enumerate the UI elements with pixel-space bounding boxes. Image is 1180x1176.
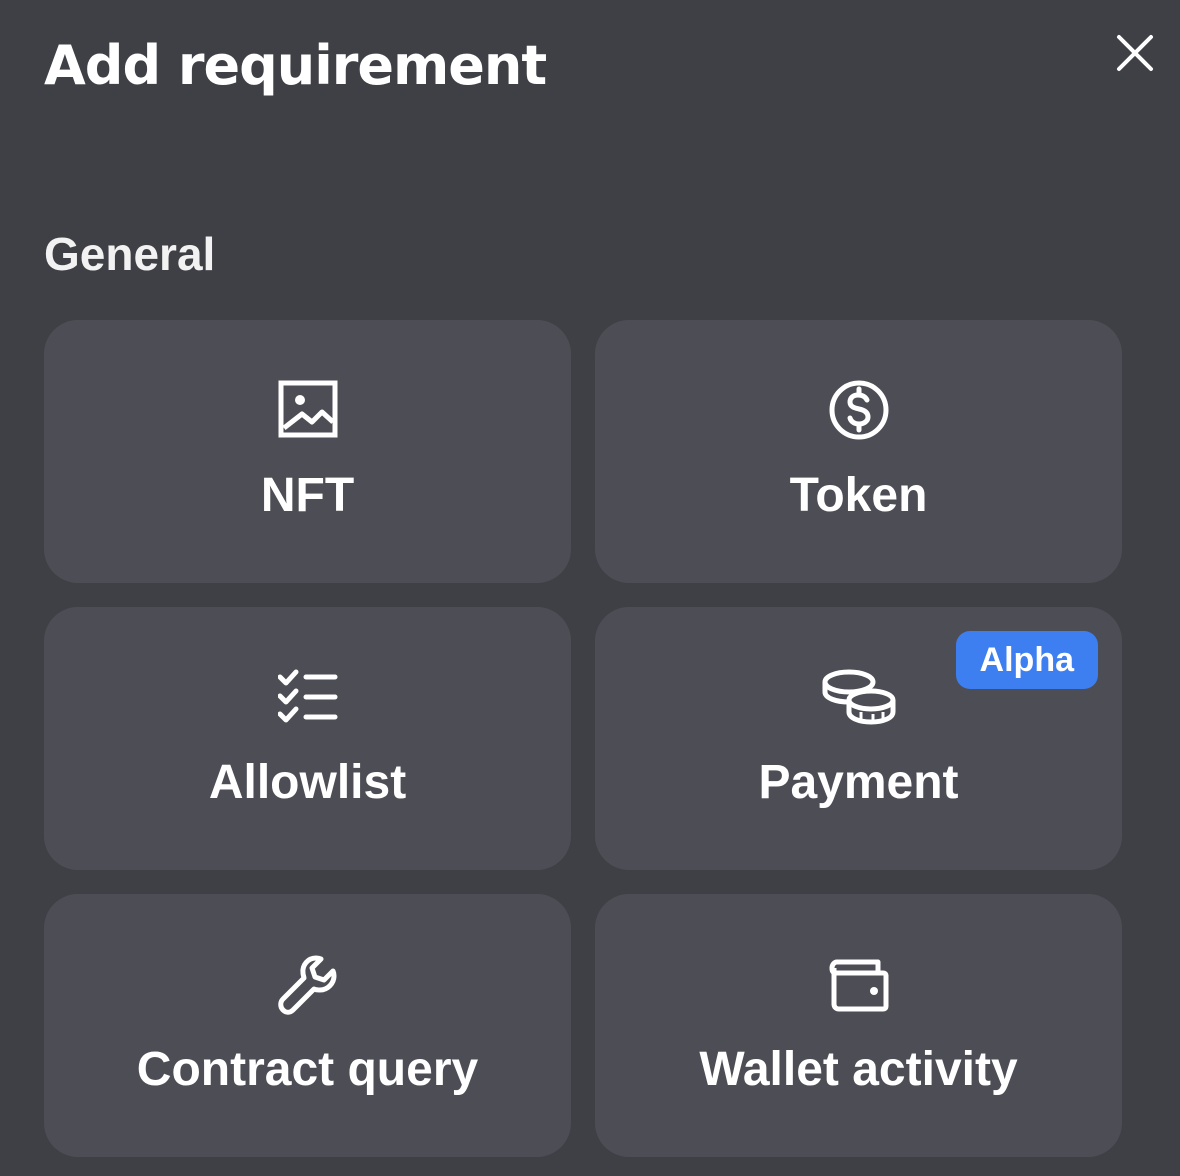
requirement-card-contract-query[interactable]: Contract query: [44, 894, 571, 1157]
requirement-grid: NFT Token Allowlist Alpha Payment Contra…: [44, 320, 1122, 1157]
dollar-circle-icon: [827, 378, 891, 442]
requirement-card-wallet-activity[interactable]: Wallet activity: [595, 894, 1122, 1157]
requirement-card-label: Payment: [758, 756, 959, 809]
requirement-card-label: Contract query: [136, 1043, 479, 1096]
modal-title: Add requirement: [44, 34, 547, 97]
requirement-card-label: Allowlist: [208, 756, 407, 809]
image-icon: [276, 378, 340, 442]
requirement-card-payment[interactable]: Alpha Payment: [595, 607, 1122, 870]
requirement-card-label: Token: [789, 469, 928, 522]
requirement-card-nft[interactable]: NFT: [44, 320, 571, 583]
requirement-card-label: Wallet activity: [699, 1043, 1018, 1096]
requirement-card-allowlist[interactable]: Allowlist: [44, 607, 571, 870]
section-heading-general: General: [44, 228, 216, 280]
coins-icon: [821, 665, 897, 729]
alpha-badge: Alpha: [955, 631, 1098, 689]
wallet-icon: [827, 952, 891, 1016]
close-icon[interactable]: [1115, 33, 1155, 73]
add-requirement-modal: Add requirement General NFT Token Allowl…: [0, 0, 1180, 1176]
checklist-icon: [276, 665, 340, 729]
close-button[interactable]: [1108, 26, 1162, 80]
requirement-card-label: NFT: [260, 469, 355, 522]
requirement-card-token[interactable]: Token: [595, 320, 1122, 583]
wrench-icon: [276, 952, 340, 1016]
